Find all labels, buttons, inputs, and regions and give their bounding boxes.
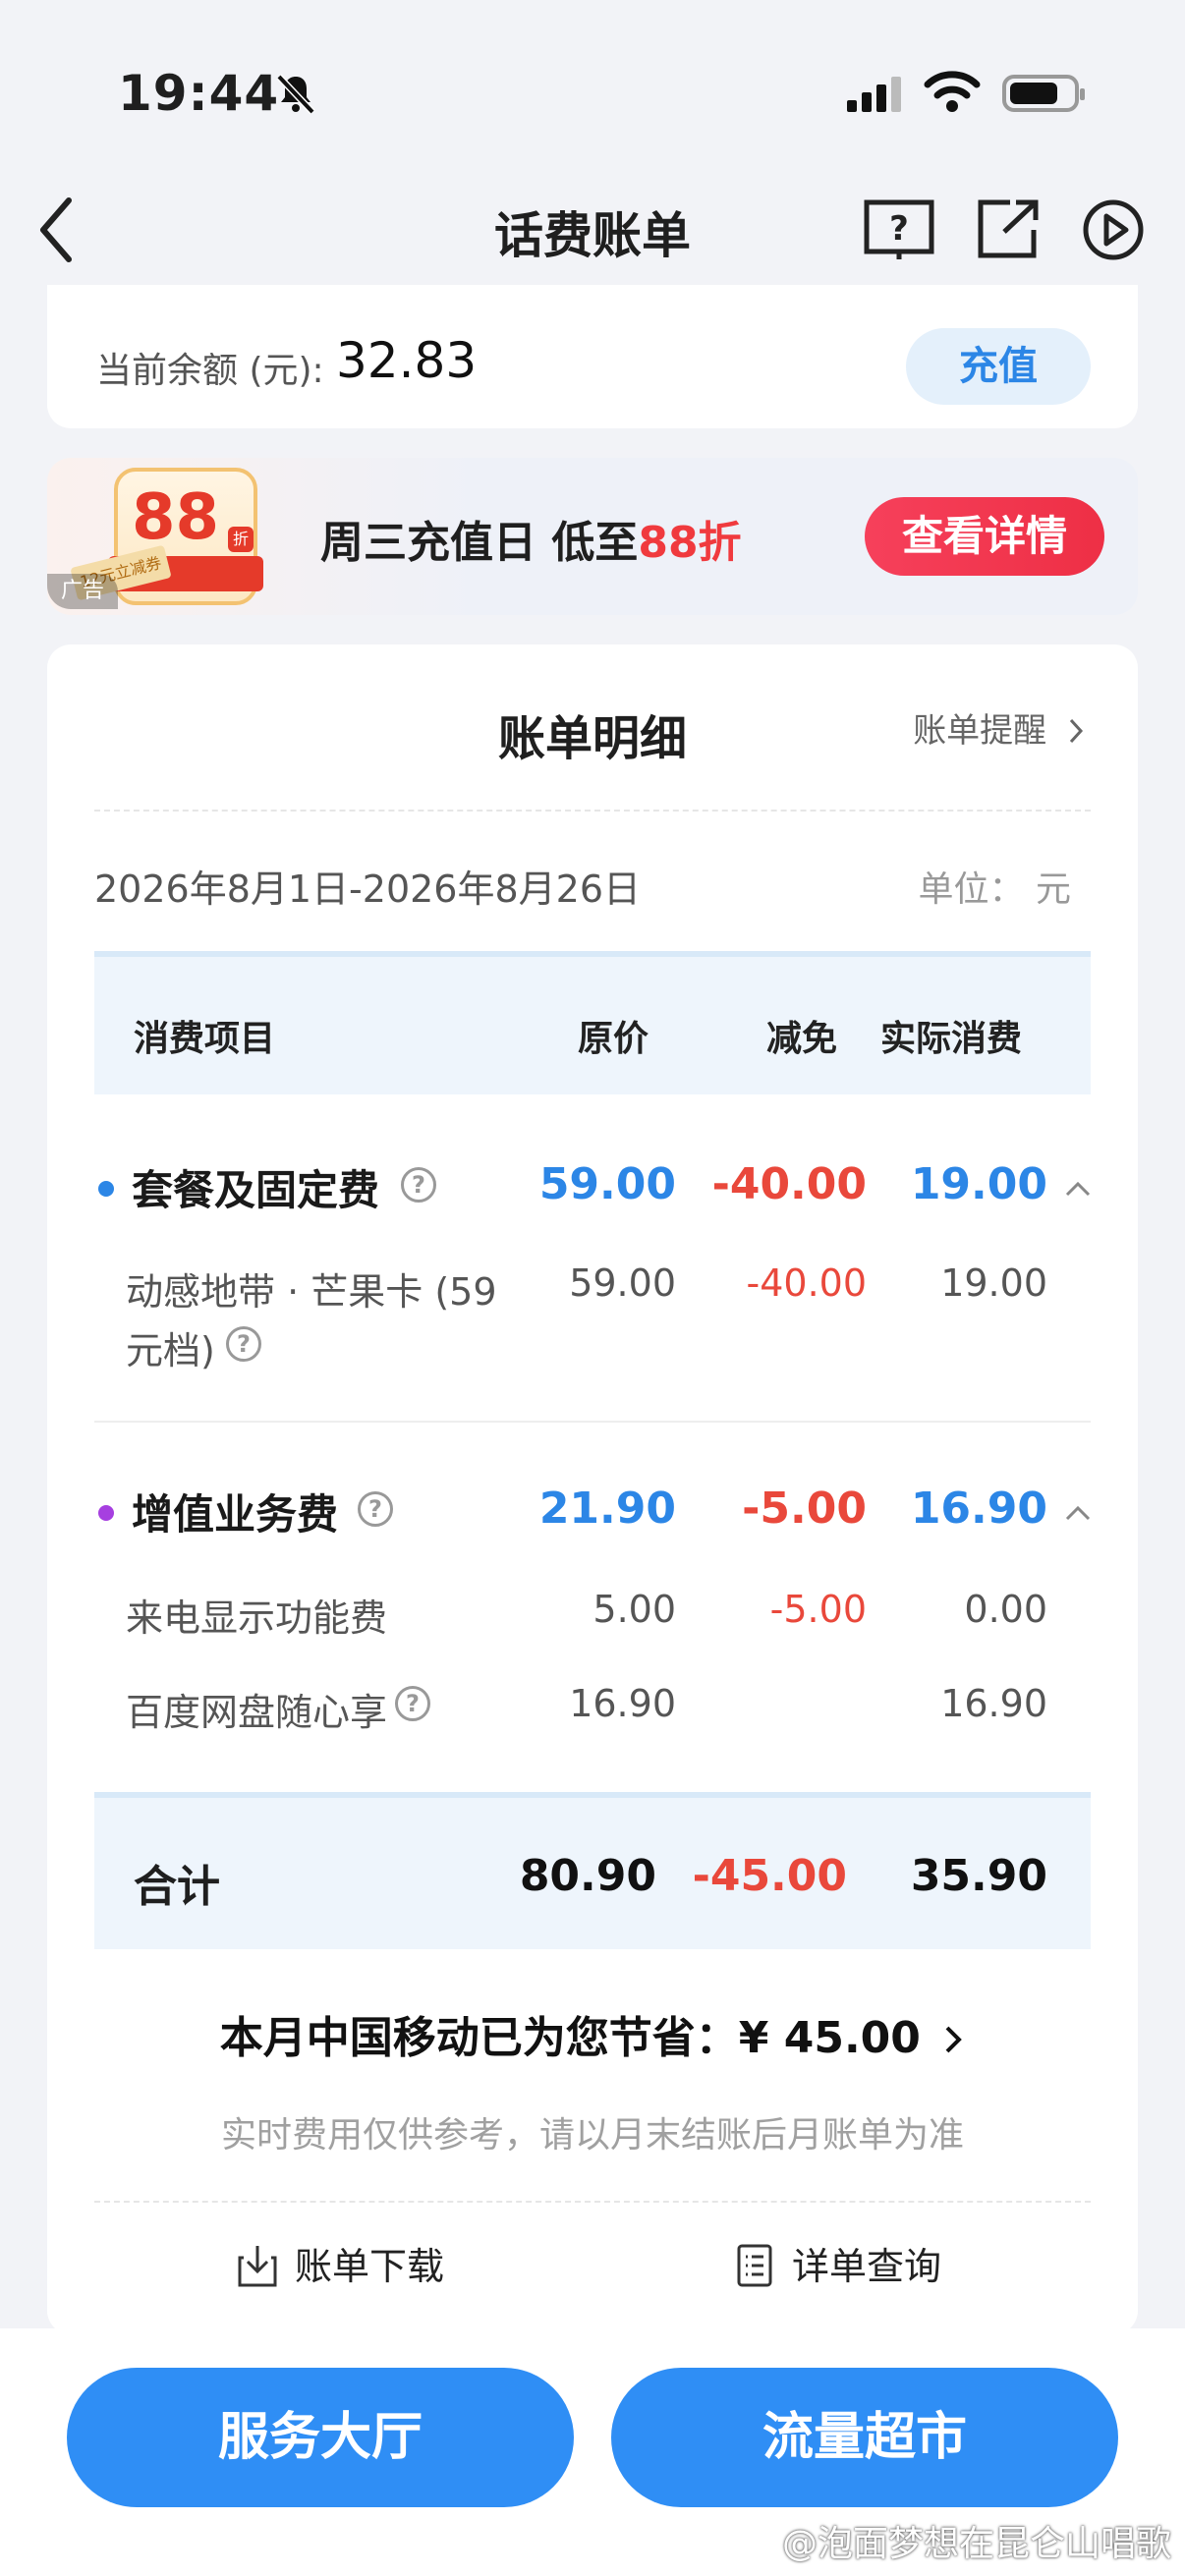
wifi-icon xyxy=(924,71,981,112)
table-header: 消费项目 原价 减免 实际消费 xyxy=(94,951,1091,1094)
chevron-up-icon[interactable] xyxy=(1063,1499,1093,1529)
total-row: 合计 80.90 -45.00 35.90 xyxy=(94,1792,1091,1949)
ad-text: 周三充值日 低至88折 xyxy=(320,507,742,570)
item-name: 来电显示功能费 xyxy=(126,1596,388,1640)
detail-query-label: 详单查询 xyxy=(792,2245,942,2288)
item-actual: 19.00 xyxy=(940,1261,1047,1305)
balance-card: 当前余额 (元): 32.83 充值 xyxy=(47,285,1138,428)
divider xyxy=(94,1421,1091,1423)
item-disc: -5.00 xyxy=(769,1588,867,1631)
divider xyxy=(94,2201,1091,2203)
category-name: 增值业务费 xyxy=(132,1490,339,1539)
bill-detail-card: 账单明细 账单提醒 2026年8月1日-2026年8月26日 单位： 元 消费项… xyxy=(47,644,1138,2334)
silent-bell-icon xyxy=(276,74,315,115)
category-disc: -40.00 xyxy=(711,1159,867,1209)
help-icon[interactable]: ? xyxy=(358,1491,393,1527)
play-icon[interactable] xyxy=(1077,196,1150,261)
bill-download-label: 账单下载 xyxy=(295,2245,445,2288)
header-disc: 减免 xyxy=(766,1019,838,1059)
data-market-button[interactable]: 流量超市 xyxy=(611,2368,1118,2507)
bill-remind-label: 账单提醒 xyxy=(913,711,1047,751)
view-details-button[interactable]: 查看详情 xyxy=(865,497,1104,576)
category-actual: 19.00 xyxy=(910,1159,1047,1209)
chevron-up-icon[interactable] xyxy=(1063,1175,1093,1204)
category-dot xyxy=(98,1181,114,1197)
chevron-right-icon xyxy=(945,2026,963,2053)
service-hall-button[interactable]: 服务大厅 xyxy=(67,2368,574,2507)
category-disc: -5.00 xyxy=(742,1484,867,1534)
ad-tag: 广告 xyxy=(47,574,118,609)
item-orig: 16.90 xyxy=(569,1682,676,1725)
total-disc: -45.00 xyxy=(692,1851,847,1901)
download-icon xyxy=(238,2246,277,2287)
bill-download-button[interactable]: 账单下载 xyxy=(236,2236,444,2290)
status-time: 19:44 xyxy=(118,65,280,122)
help-book-icon[interactable]: ? xyxy=(863,196,935,261)
svg-text:?: ? xyxy=(889,209,909,249)
item-orig: 5.00 xyxy=(592,1588,676,1631)
help-icon[interactable]: ? xyxy=(226,1326,261,1362)
header-actual: 实际消费 xyxy=(880,1019,1023,1059)
header-item: 消费项目 xyxy=(134,1019,276,1059)
disclaimer-note: 实时费用仅供参考，请以月末结账后月账单为准 xyxy=(220,2115,964,2156)
item-actual: 16.90 xyxy=(940,1682,1047,1725)
recharge-button[interactable]: 充值 xyxy=(906,328,1091,405)
ad-text-main: 周三充值日 低至 xyxy=(320,518,639,568)
balance-label: 当前余额 (元): xyxy=(96,351,324,391)
total-actual: 35.90 xyxy=(910,1851,1047,1901)
header-orig: 原价 xyxy=(578,1019,649,1059)
unit-label: 单位： 元 xyxy=(918,869,1071,910)
help-icon[interactable]: ? xyxy=(395,1686,430,1721)
cellular-signal-icon xyxy=(847,77,906,112)
item-orig: 59.00 xyxy=(569,1261,676,1305)
ad-banner[interactable]: 88 折 12元立减券 广告 周三充值日 低至88折 查看详情 xyxy=(47,458,1138,615)
saving-link[interactable]: 本月中国移动已为您节省：¥ 45.00 xyxy=(47,2002,1138,2065)
total-label: 合计 xyxy=(134,1862,220,1912)
share-icon[interactable] xyxy=(971,196,1044,261)
category-actual: 16.90 xyxy=(910,1484,1047,1534)
divider xyxy=(94,810,1091,812)
ad-text-highlight: 88折 xyxy=(638,518,742,568)
item-name: 动感地带 · 芒果卡 (59 xyxy=(126,1270,497,1314)
balance-value: 32.83 xyxy=(336,332,478,389)
bill-remind-link[interactable]: 账单提醒 xyxy=(913,703,1087,752)
battery-icon xyxy=(1002,75,1085,112)
bill-period: 2026年8月1日-2026年8月26日 xyxy=(94,868,642,911)
badge-number: 88 xyxy=(132,481,220,554)
list-document-icon xyxy=(737,2244,772,2287)
chevron-right-icon xyxy=(1069,718,1084,744)
watermark: @泡面梦想在昆仑山唱歌 xyxy=(781,2524,1171,2564)
item-name: 百度网盘随心享 xyxy=(126,1691,388,1734)
badge-zhe: 折 xyxy=(228,527,254,552)
category-dot xyxy=(98,1505,114,1521)
item-name-line2: 元档) xyxy=(126,1329,215,1372)
item-actual: 0.00 xyxy=(964,1588,1047,1631)
category-orig: 59.00 xyxy=(538,1159,676,1209)
detail-query-button[interactable]: 详单查询 xyxy=(735,2236,941,2290)
category-name: 套餐及固定费 xyxy=(132,1166,380,1214)
help-icon[interactable]: ? xyxy=(401,1167,436,1203)
item-disc: -40.00 xyxy=(746,1261,868,1305)
category-orig: 21.90 xyxy=(538,1484,676,1534)
total-orig: 80.90 xyxy=(519,1851,656,1901)
saving-text: 本月中国移动已为您节省：¥ 45.00 xyxy=(219,2013,921,2063)
